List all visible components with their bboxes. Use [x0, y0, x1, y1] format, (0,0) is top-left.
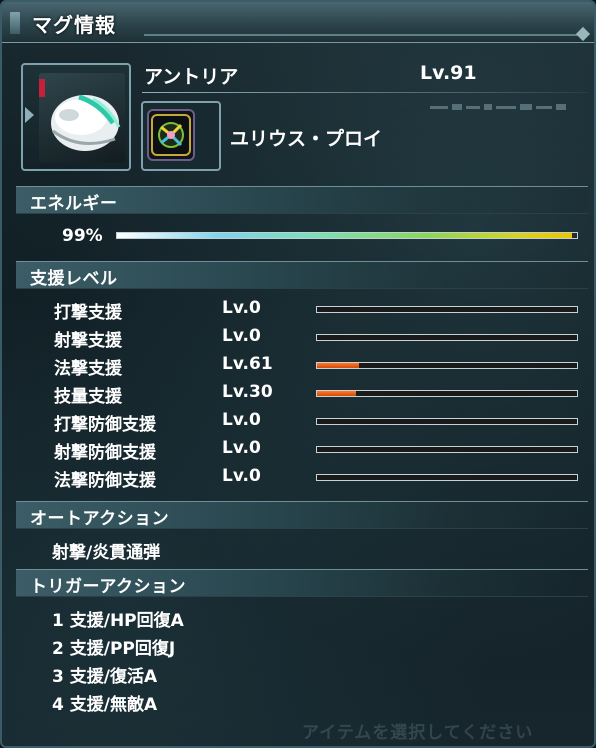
support-section-header: 支援レベル — [16, 261, 588, 289]
title-bar[interactable]: マグ情報 — [2, 2, 594, 43]
support-row-strike: 打撃支援 Lv.0 — [2, 298, 594, 326]
support-name: 射撃防御支援 — [54, 443, 156, 463]
title-tab-marker — [10, 12, 20, 34]
support-level: Lv.30 — [222, 382, 273, 402]
auto-action-header-label: オートアクション — [30, 509, 170, 529]
mag-helmet-graphic — [51, 94, 121, 151]
trigger-action-item: 1 支援/HP回復A — [52, 611, 184, 631]
auto-action-section-header: オートアクション — [16, 501, 588, 529]
support-row-range-def: 射撃防御支援 Lv.0 — [2, 438, 594, 466]
support-name: 射撃支援 — [54, 331, 122, 351]
energy-bar — [116, 232, 578, 239]
support-row-tech-def: 法撃防御支援 Lv.0 — [2, 466, 594, 494]
support-row-strike-def: 打撃防御支援 Lv.0 — [2, 410, 594, 438]
support-name: 技量支援 — [54, 387, 122, 407]
mag-info-panel: マグ情報 アントリア Lv.91 ユリウス・プロイ エネルギー 99% 支援レベ… — [0, 0, 596, 748]
photon-blast-slot[interactable] — [141, 101, 221, 171]
window-title: マグ情報 — [32, 13, 116, 37]
support-bar — [316, 390, 578, 397]
support-row-range: 射撃支援 Lv.0 — [2, 326, 594, 354]
support-bar — [316, 334, 578, 341]
support-bar — [316, 474, 578, 481]
support-level: Lv.0 — [222, 438, 261, 458]
support-bar — [316, 446, 578, 453]
decorative-glyph-strip — [430, 104, 566, 110]
support-bar-fill — [317, 391, 356, 396]
header-divider — [142, 92, 588, 93]
trigger-action-item: 4 支援/無敵A — [52, 695, 158, 715]
mag-name: アントリア — [144, 66, 239, 88]
footer-hint: アイテムを選択してください — [302, 723, 534, 743]
support-level: Lv.0 — [222, 410, 261, 430]
trigger-action-section-header: トリガーアクション — [16, 569, 588, 597]
support-level: Lv.0 — [222, 298, 261, 318]
arrow-right-icon — [25, 107, 34, 123]
support-name: 法撃防御支援 — [54, 471, 156, 491]
support-name: 法撃支援 — [54, 359, 122, 379]
energy-section-header: エネルギー — [16, 186, 588, 214]
mag-item-slot[interactable] — [21, 63, 131, 171]
mag-helmet-icon — [39, 73, 125, 163]
title-divider — [144, 34, 584, 42]
support-level: Lv.0 — [222, 326, 261, 346]
support-name: 打撃防御支援 — [54, 415, 156, 435]
support-header-label: 支援レベル — [30, 269, 118, 289]
energy-percent: 99% — [62, 226, 103, 246]
support-bar — [316, 362, 578, 369]
support-level: Lv.0 — [222, 466, 261, 486]
trigger-action-item: 2 支援/PP回復J — [52, 639, 176, 659]
support-row-dex: 技量支援 Lv.30 — [2, 382, 594, 410]
item-rarity-marker — [39, 79, 45, 97]
trigger-action-header-label: トリガーアクション — [30, 577, 186, 597]
auto-action-value: 射撃/炎貫通弾 — [52, 543, 161, 563]
support-bar-fill — [317, 363, 359, 368]
support-bar — [316, 418, 578, 425]
support-row-tech: 法撃支援 Lv.61 — [2, 354, 594, 382]
support-name: 打撃支援 — [54, 303, 122, 323]
support-level: Lv.61 — [222, 354, 273, 374]
photon-blast-icon — [147, 109, 195, 161]
energy-bar-fill — [117, 233, 573, 238]
photon-blast-name: ユリウス・プロイ — [230, 128, 383, 150]
support-bar — [316, 306, 578, 313]
mag-level: Lv.91 — [420, 62, 477, 84]
trigger-action-item: 3 支援/復活A — [52, 667, 158, 687]
energy-header-label: エネルギー — [30, 194, 118, 214]
